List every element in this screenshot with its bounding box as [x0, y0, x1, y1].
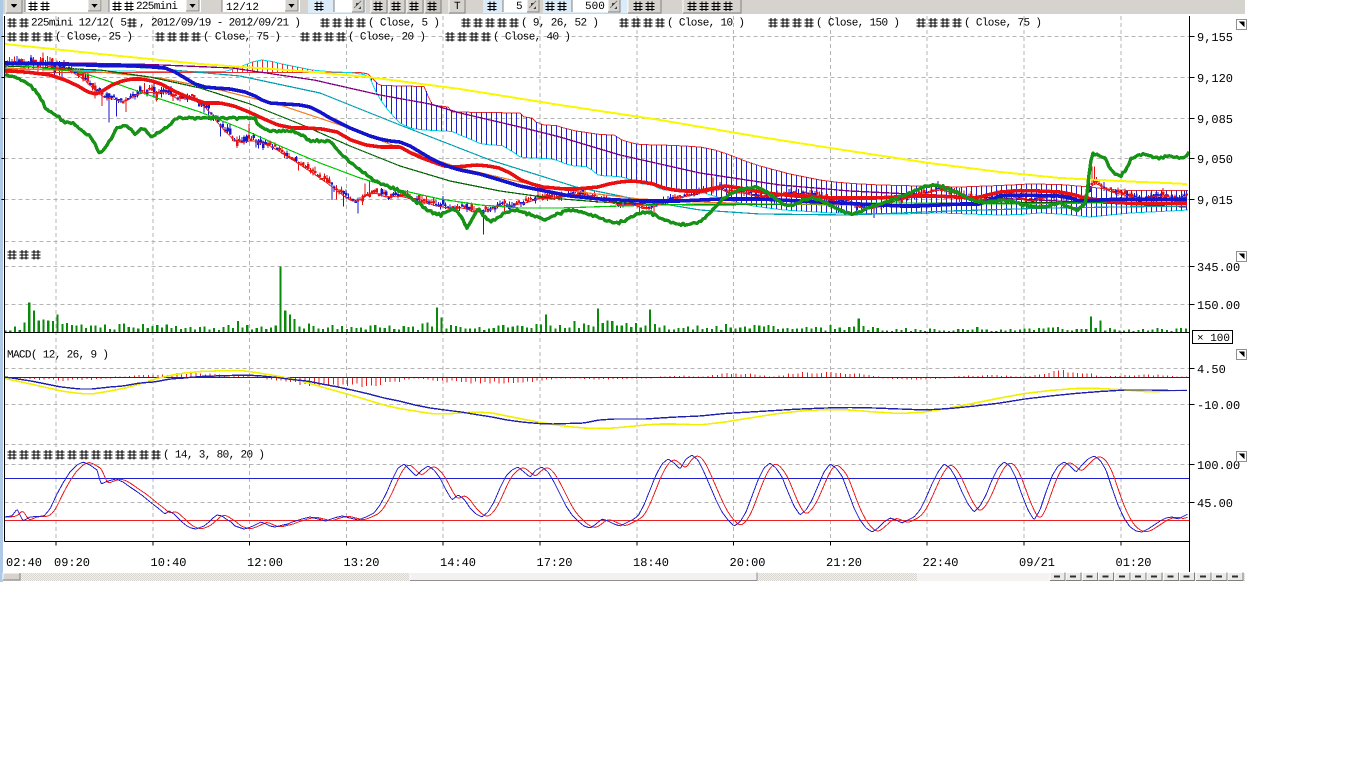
svg-text:-10.00: -10.00 [1197, 399, 1240, 413]
svg-text:9,015: 9,015 [1197, 194, 1233, 208]
svg-text:( Close, 150 ): ( Close, 150 ) [816, 18, 900, 30]
svg-text:17:20: 17:20 [537, 556, 573, 570]
svg-text:225mini: 225mini [136, 1, 178, 13]
svg-text:9,085: 9,085 [1197, 113, 1233, 127]
svg-text:345.00: 345.00 [1197, 261, 1240, 275]
svg-text:( Close, 10 ): ( Close, 10 ) [667, 18, 745, 30]
svg-text:( Close, 75 ): ( Close, 75 ) [203, 32, 281, 44]
svg-text:MACD( 12, 26, 9 ): MACD( 12, 26, 9 ) [7, 350, 109, 362]
svg-text:T: T [454, 1, 461, 13]
svg-text:10:40: 10:40 [151, 556, 187, 570]
svg-text:21:20: 21:20 [826, 556, 862, 570]
svg-text:( 14, 3, 80, 20 ): ( 14, 3, 80, 20 ) [163, 450, 265, 462]
svg-text:12:00: 12:00 [247, 556, 283, 570]
svg-text:( Close, 25 ): ( Close, 25 ) [55, 32, 133, 44]
svg-text:9,155: 9,155 [1197, 31, 1233, 45]
svg-text:20:00: 20:00 [730, 556, 766, 570]
svg-text:225mini 12/12( 5: 225mini 12/12( 5 [31, 18, 127, 30]
svg-text:13:20: 13:20 [344, 556, 380, 570]
svg-text:9,120: 9,120 [1197, 72, 1233, 86]
svg-text:( Close, 5 ): ( Close, 5 ) [368, 18, 440, 30]
svg-text:12/12: 12/12 [226, 2, 259, 14]
svg-text:( Close, 75 ): ( Close, 75 ) [964, 18, 1042, 30]
svg-text:02:40: 02:40 [6, 556, 42, 570]
svg-text:18:40: 18:40 [633, 556, 669, 570]
svg-text:( 9, 26, 52 ): ( 9, 26, 52 ) [521, 18, 599, 30]
svg-text:9,050: 9,050 [1197, 153, 1233, 167]
svg-text:22:40: 22:40 [923, 556, 959, 570]
svg-text:09/21: 09/21 [1019, 556, 1055, 570]
svg-text:, 2012/09/19 - 2012/09/21 ): , 2012/09/19 - 2012/09/21 ) [139, 18, 301, 30]
svg-text:× 100: × 100 [1197, 333, 1230, 345]
svg-text:150.00: 150.00 [1197, 299, 1240, 313]
svg-text:4.50: 4.50 [1197, 363, 1226, 377]
svg-text:14:40: 14:40 [440, 556, 476, 570]
svg-text:( Close, 20 ): ( Close, 20 ) [348, 32, 426, 44]
svg-text:( Close, 40 ): ( Close, 40 ) [493, 32, 571, 44]
svg-text:09:20: 09:20 [54, 556, 90, 570]
svg-text:45.00: 45.00 [1197, 497, 1233, 511]
svg-text:500: 500 [585, 1, 605, 13]
svg-text:100.00: 100.00 [1197, 459, 1240, 473]
svg-text:01:20: 01:20 [1116, 556, 1152, 570]
svg-text:5: 5 [516, 1, 523, 13]
